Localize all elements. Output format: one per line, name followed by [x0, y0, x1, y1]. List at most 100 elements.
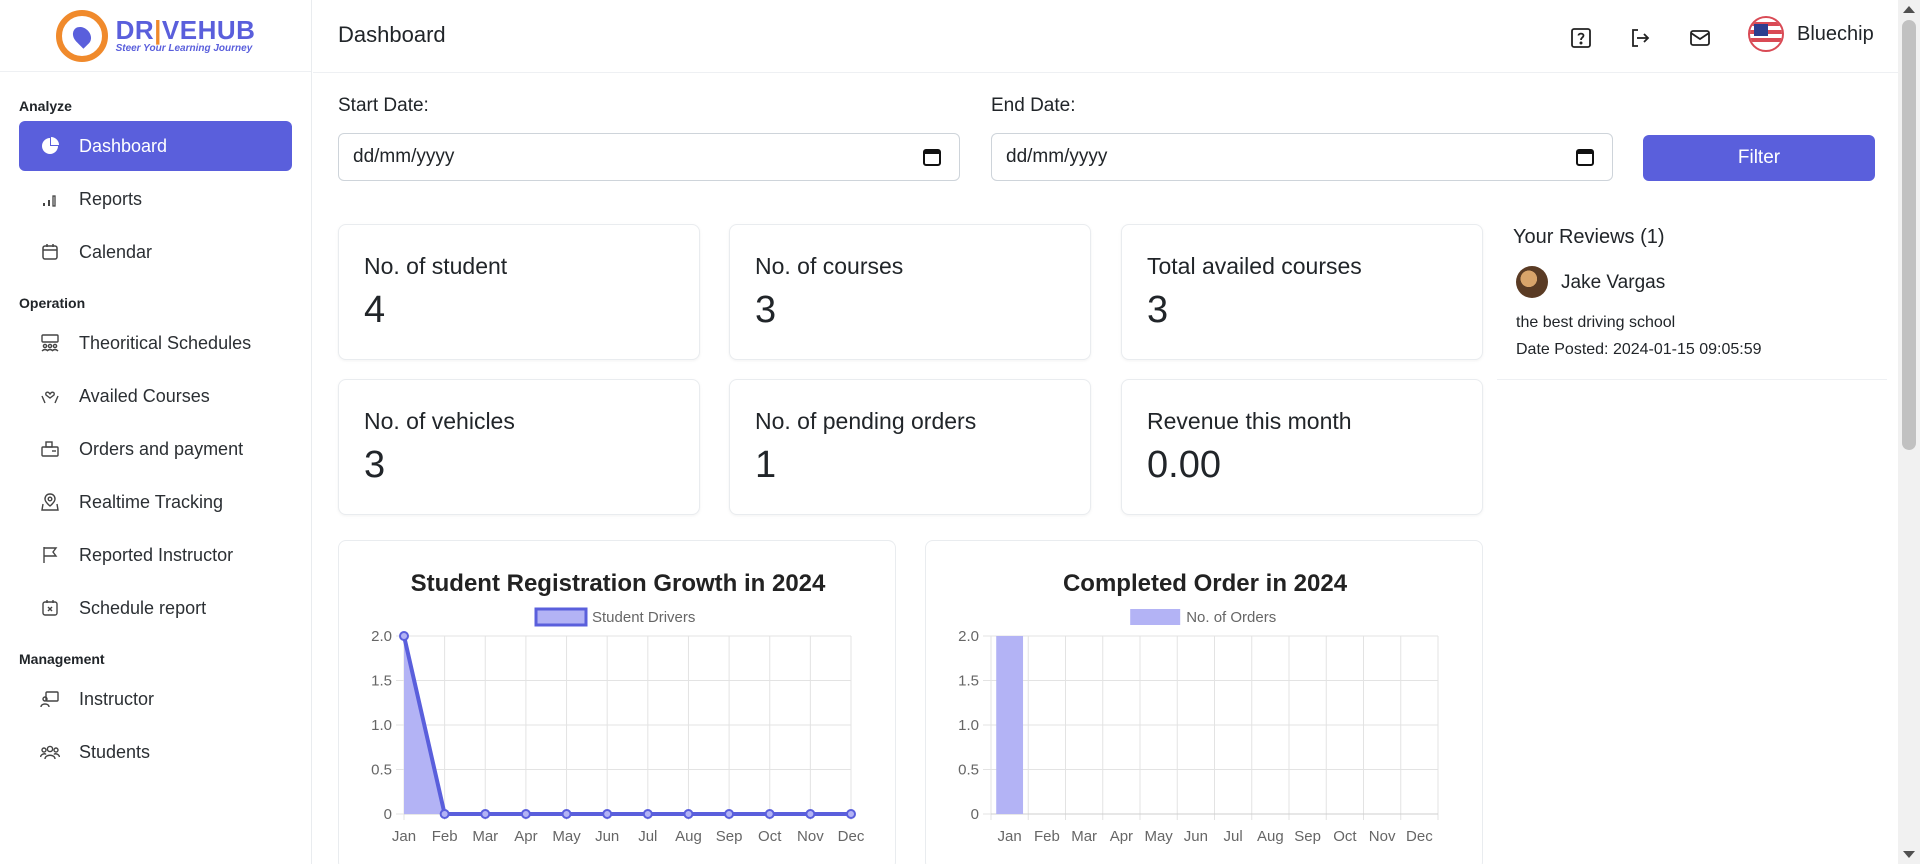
pie-chart-icon: [39, 135, 61, 157]
sidebar-item-reported-instructor[interactable]: Reported Instructor: [19, 530, 292, 580]
mail-icon[interactable]: [1686, 24, 1714, 52]
stat-card-vehicles: No. of vehicles 3: [338, 379, 700, 515]
top-header: Dashboard Bluechip: [313, 0, 1898, 73]
data-point: [683, 809, 694, 819]
sidebar-item-orders-and-payment[interactable]: Orders and payment: [19, 424, 292, 474]
sidebar-item-label: Calendar: [79, 241, 153, 262]
sidebar-item-theoritical-schedules[interactable]: Theoritical Schedules: [19, 318, 292, 368]
orders-chart: Completed Order in 2024 No. of Orders 0 0.5…: [958, 570, 1439, 845]
stat-label: No. of pending orders: [755, 408, 977, 434]
y-tick-label: 2.0: [371, 628, 392, 645]
sidebar-item-label: Schedule report: [79, 597, 207, 618]
y-tick-label: 0.5: [371, 762, 392, 779]
x-tick-label: Dec: [1406, 828, 1433, 845]
sidebar-item-label: Orders and payment: [79, 438, 244, 459]
x-tick-label: Sep: [1294, 828, 1321, 845]
stat-label: No. of vehicles: [364, 408, 515, 434]
x-tick-label: Jan: [392, 828, 416, 845]
user-name[interactable]: Bluechip: [1797, 23, 1874, 46]
sidebar-item-label: Dashboard: [79, 135, 168, 156]
logout-icon[interactable]: [1626, 24, 1654, 52]
data-point: [602, 809, 613, 819]
start-date-label: Start Date:: [338, 95, 429, 116]
scroll-down-arrow[interactable]: [1903, 851, 1915, 858]
x-tick-label: Feb: [1034, 828, 1060, 845]
stat-value: 3: [755, 289, 777, 331]
x-tick-label: May: [552, 828, 581, 845]
orders-icon: [39, 438, 61, 460]
sidebar-item-label: Reported Instructor: [79, 544, 234, 565]
brand-logo[interactable]: DR|VEHUB Steer Your Learning Journey: [0, 0, 311, 72]
stat-label: No. of courses: [755, 253, 904, 279]
steering-wheel-icon: [55, 9, 108, 62]
data-point: [724, 809, 735, 819]
flag-icon: [39, 544, 61, 566]
sidebar-item-availed-courses[interactable]: Availed Courses: [19, 371, 292, 421]
sidebar-item-label: Students: [79, 741, 151, 762]
legend-label: Student Drivers: [592, 609, 695, 626]
stat-card-pending-orders: No. of pending orders 1: [729, 379, 1091, 515]
sidebar-item-label: Theoritical Schedules: [79, 332, 252, 353]
sidebar-item-label: Reports: [79, 188, 143, 209]
data-point: [520, 809, 531, 819]
map-pin-icon: [39, 491, 61, 513]
users-icon: [39, 741, 61, 763]
start-date-value: dd/mm/yyyy: [353, 146, 455, 167]
x-tick-label: Jan: [998, 828, 1022, 845]
y-tick-label: 1.5: [958, 673, 979, 690]
x-tick-label: Mar: [1071, 828, 1097, 845]
x-tick-label: Jul: [638, 828, 657, 845]
stat-label: Total availed courses: [1147, 253, 1362, 279]
y-tick-label: 1.5: [371, 673, 392, 690]
data-point: [399, 631, 409, 641]
sidebar-item-dashboard[interactable]: Dashboard: [19, 121, 292, 171]
reviews-title: Your Reviews (1): [1513, 226, 1665, 248]
orders-chart-card: Completed Order in 2024 No. of Orders 0 0.5…: [925, 540, 1483, 864]
stat-card-courses: No. of courses 3: [729, 224, 1091, 360]
end-date-label: End Date:: [991, 95, 1076, 116]
y-tick-label: 1.0: [958, 717, 979, 734]
x-tick-label: Jul: [1224, 828, 1243, 845]
review-text: the best driving school: [1516, 314, 1676, 331]
scroll-up-arrow[interactable]: [1903, 6, 1915, 13]
x-tick-label: Nov: [797, 828, 824, 845]
sidebar: DR|VEHUB Steer Your Learning Journey Ana…: [0, 0, 312, 864]
instructor-icon: [39, 688, 61, 710]
data-point: [642, 809, 653, 819]
stat-value: 4: [364, 289, 386, 331]
reviewer-avatar: [1516, 266, 1548, 298]
x-tick-label: Feb: [432, 828, 458, 845]
stat-card-availed-courses: Total availed courses 3: [1121, 224, 1483, 360]
x-tick-label: Jun: [1184, 828, 1208, 845]
x-tick-label: Apr: [514, 828, 537, 845]
avatar[interactable]: [1748, 16, 1784, 52]
sidebar-item-realtime-tracking[interactable]: Realtime Tracking: [19, 477, 292, 527]
reviewer-name: Jake Vargas: [1561, 272, 1666, 293]
sidebar-item-instructor[interactable]: Instructor: [19, 674, 292, 724]
y-tick-label: 2.0: [958, 628, 979, 645]
brand-tagline: Steer Your Learning Journey: [115, 43, 253, 54]
legend-swatch: [1130, 609, 1181, 625]
page-title: Dashboard: [338, 22, 446, 47]
sidebar-item-students[interactable]: Students: [19, 727, 292, 777]
chart-title: Completed Order in 2024: [1063, 570, 1348, 597]
scroll-thumb[interactable]: [1902, 20, 1916, 450]
bar: [996, 636, 1024, 814]
start-date-input[interactable]: dd/mm/yyyy: [338, 133, 960, 181]
stat-card-students: No. of student 4: [338, 224, 700, 360]
calendar-icon: [39, 241, 61, 263]
help-icon[interactable]: [1567, 24, 1595, 52]
sidebar-item-calendar[interactable]: Calendar: [19, 227, 292, 277]
end-date-input[interactable]: dd/mm/yyyy: [991, 133, 1613, 181]
calendar-icon[interactable]: [1574, 146, 1596, 168]
legend-swatch: [534, 607, 588, 627]
data-point: [561, 809, 572, 819]
page-scrollbar[interactable]: [1898, 0, 1920, 864]
review-date: Date Posted: 2024-01-15 09:05:59: [1516, 341, 1762, 358]
sidebar-item-schedule-report[interactable]: Schedule report: [19, 583, 292, 633]
filter-button[interactable]: Filter: [1643, 135, 1875, 181]
calendar-icon[interactable]: [921, 146, 943, 168]
classroom-icon: [39, 332, 61, 354]
sidebar-item-reports[interactable]: Reports: [19, 174, 292, 224]
x-tick-label: Mar: [472, 828, 498, 845]
